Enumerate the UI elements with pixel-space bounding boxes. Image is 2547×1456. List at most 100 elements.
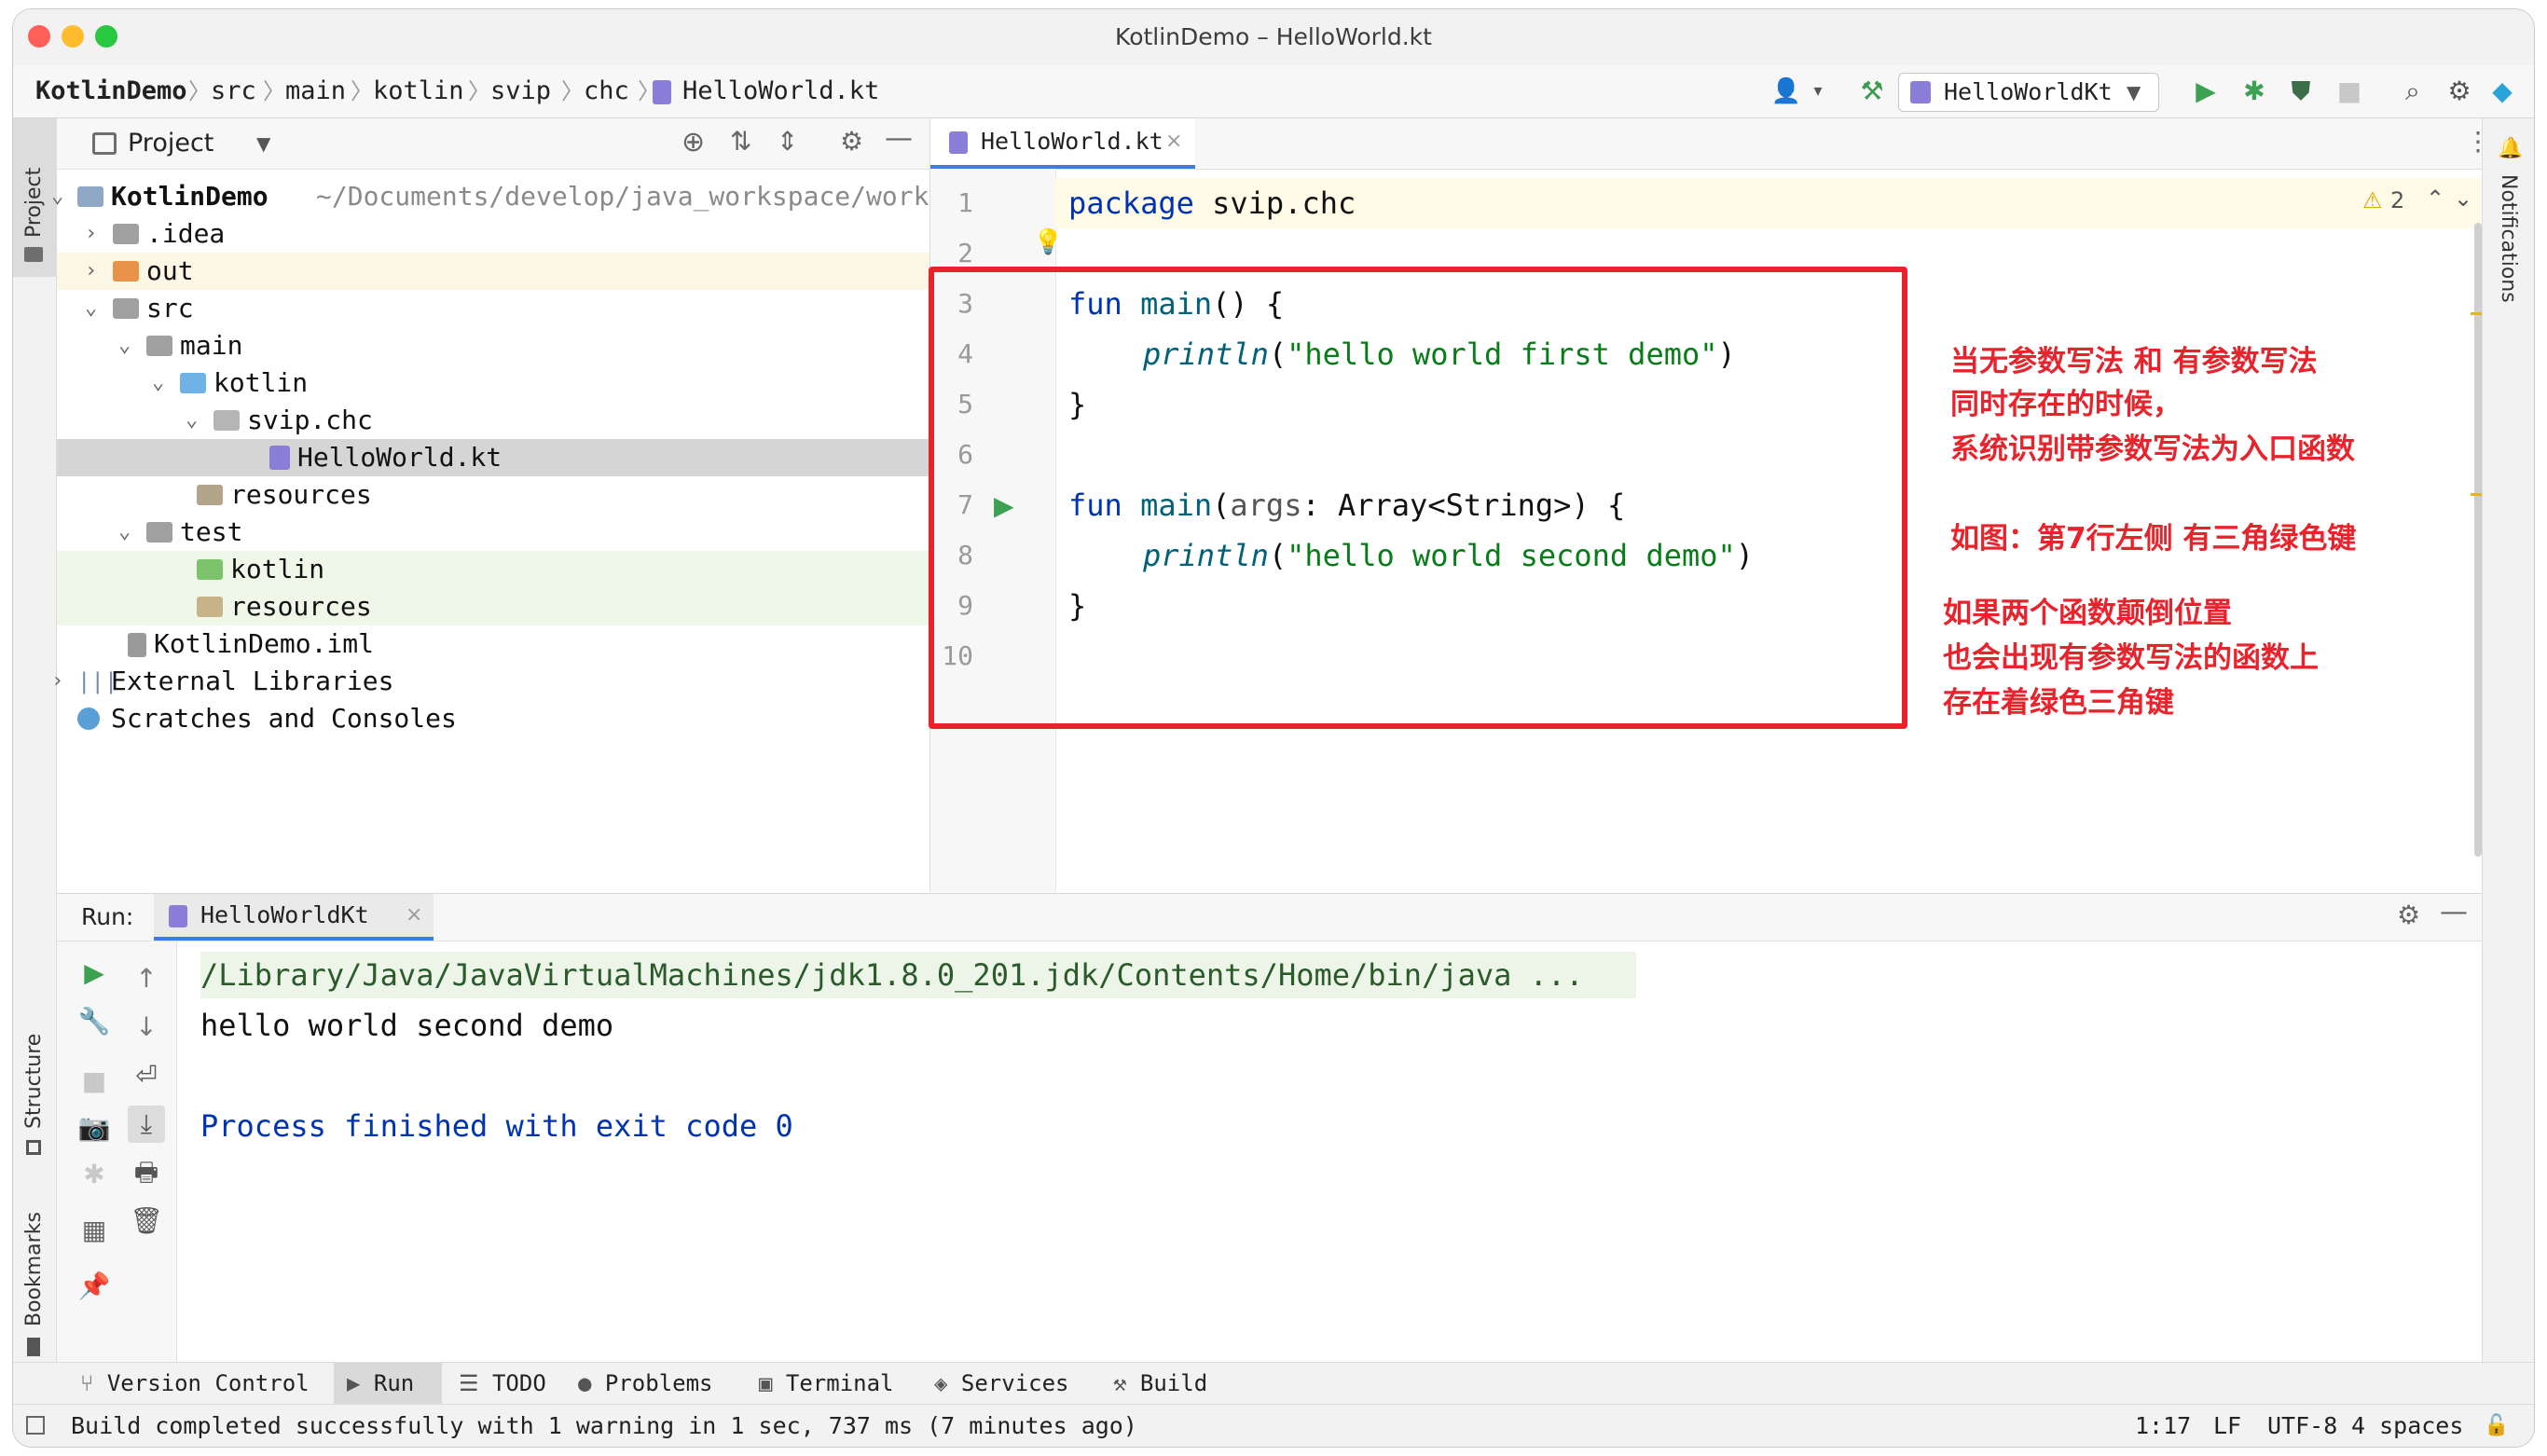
tab-problems[interactable]: ● Problems: [578, 1363, 713, 1404]
run-icon[interactable]: ▶: [2189, 75, 2223, 108]
chevron-down-icon[interactable]: ▾: [1801, 75, 1835, 108]
chevron-down-icon[interactable]: ▼: [256, 118, 270, 169]
console-output-line[interactable]: hello world second demo: [200, 1000, 613, 1051]
tree-item-main[interactable]: ⌄ main: [57, 327, 929, 364]
bookmarks-tool-tab[interactable]: Bookmarks: [13, 1190, 56, 1367]
structure-tool-tab[interactable]: Structure: [13, 985, 56, 1172]
editor-tab-helloworld[interactable]: HelloWorld.kt ×: [930, 118, 1195, 169]
tree-item-resources-main[interactable]: resources: [57, 476, 929, 514]
run-configuration-label: HelloWorldKt: [1944, 78, 2113, 105]
breadcrumb-src[interactable]: src: [211, 65, 256, 117]
breadcrumb-main[interactable]: main: [285, 65, 346, 117]
tree-item-test[interactable]: ⌄ test: [57, 514, 929, 551]
camera-icon[interactable]: 📷: [76, 1109, 113, 1147]
project-view-title[interactable]: Project: [128, 118, 213, 169]
tab-build[interactable]: ⚒ Build: [1113, 1363, 1207, 1404]
tree-item-src[interactable]: ⌄ src: [57, 290, 929, 327]
tree-item-out[interactable]: › out: [57, 253, 929, 290]
tree-item-helloworld-selected[interactable]: HelloWorld.kt: [57, 439, 929, 476]
kotlin-icon: [169, 905, 187, 927]
user-icon[interactable]: 👤: [1769, 75, 1803, 108]
arrow-up-icon[interactable]: ↑: [128, 960, 165, 997]
coverage-shield-icon[interactable]: ⛊: [2284, 75, 2318, 108]
arrow-down-icon[interactable]: ↓: [128, 1009, 165, 1046]
warning-icon[interactable]: ⚠: [2362, 182, 2383, 219]
wrench-icon[interactable]: 🔧: [76, 1003, 113, 1040]
bell-icon[interactable]: 🔔: [2498, 137, 2523, 160]
tree-item-project-root[interactable]: ⌄ KotlinDemo ~/Documents/develop/java_wo…: [51, 178, 929, 215]
chevron-right-icon: ›: [51, 669, 64, 693]
tree-item-package[interactable]: ⌄ svip.chc: [57, 402, 929, 439]
status-message[interactable]: Build completed successfully with 1 warn…: [71, 1405, 1137, 1447]
print-icon[interactable]: 🖶: [128, 1154, 165, 1191]
trash-icon[interactable]: 🗑: [128, 1202, 165, 1240]
notifications-tool-label: Notifications: [2497, 174, 2520, 303]
tree-item-scratches[interactable]: Scratches and Consoles: [57, 700, 929, 737]
lightbulb-icon[interactable]: 💡: [1033, 228, 1063, 256]
editor-scrollbar[interactable]: [2474, 223, 2482, 857]
tree-item-kotlin-main[interactable]: ⌄ kotlin: [57, 364, 929, 402]
minimize-panel-icon[interactable]: —: [885, 122, 913, 155]
toolbox-icon[interactable]: ◆: [2485, 75, 2519, 108]
tree-item-kotlin-test[interactable]: kotlin: [57, 551, 929, 588]
layout-icon[interactable]: ▦: [76, 1212, 113, 1249]
code-line-1[interactable]: package svip.chc: [1068, 178, 1356, 228]
minimize-panel-icon[interactable]: —: [2440, 896, 2468, 928]
pin-icon[interactable]: 📌: [76, 1268, 113, 1305]
build-hammer-icon[interactable]: ⚒: [1855, 75, 1889, 108]
rerun-icon[interactable]: ▶: [76, 955, 113, 992]
breadcrumb-project[interactable]: KotlinDemo: [35, 65, 187, 117]
line-separator[interactable]: LF: [2213, 1405, 2241, 1447]
scroll-to-end-icon[interactable]: ⤓: [128, 1106, 165, 1143]
tab-version-control[interactable]: ⑂ Version Control: [80, 1363, 310, 1404]
gear-icon[interactable]: ⚙: [2443, 75, 2476, 108]
source-folder-icon: [180, 373, 206, 393]
tree-item-iml[interactable]: KotlinDemo.iml: [57, 625, 929, 663]
caret-position[interactable]: 1:17: [2135, 1405, 2191, 1447]
collapse-all-icon[interactable]: ⇕: [777, 126, 798, 157]
indent-setting[interactable]: 4 spaces: [2351, 1405, 2463, 1447]
tree-item-external-libraries[interactable]: › ||| External Libraries: [51, 663, 929, 700]
status-bar: Build completed successfully with 1 warn…: [13, 1404, 2534, 1447]
breadcrumb-svip[interactable]: svip: [490, 65, 551, 117]
toggle-tool-windows-icon[interactable]: [26, 1416, 45, 1435]
warning-count: 2: [2390, 187, 2405, 213]
run-configuration-select[interactable]: HelloWorldKt ▼: [1898, 73, 2159, 112]
file-encoding[interactable]: UTF-8: [2267, 1405, 2337, 1447]
debug-bug-icon[interactable]: ✱: [2237, 75, 2271, 108]
console-exit-line[interactable]: Process finished with exit code 0: [200, 1101, 793, 1151]
structure-icon: [26, 1140, 41, 1155]
gear-icon[interactable]: ⚙: [840, 126, 863, 157]
breadcrumb-chc[interactable]: chc: [584, 65, 629, 117]
debug-bug-icon[interactable]: ✱: [76, 1156, 113, 1193]
stop-icon[interactable]: ■: [76, 1063, 113, 1100]
run-tab-helloworldkt[interactable]: HelloWorldKt ×: [154, 894, 434, 941]
notifications-tool-tab[interactable]: Notifications: [2483, 174, 2534, 361]
chevron-up-icon[interactable]: ⌃: [2426, 180, 2444, 217]
tab-todo[interactable]: ☰ TODO: [459, 1363, 546, 1404]
tree-item-resources-test[interactable]: resources: [57, 588, 929, 625]
gear-icon[interactable]: ⚙: [2397, 900, 2420, 930]
lock-icon[interactable]: 🔓: [2484, 1414, 2509, 1437]
search-icon[interactable]: ⌕: [2396, 75, 2430, 108]
tab-terminal[interactable]: ▣ Terminal: [759, 1363, 894, 1404]
warning-stripe-marker[interactable]: [2471, 312, 2482, 315]
tab-run[interactable]: ▶ Run: [334, 1363, 442, 1404]
chevron-down-icon[interactable]: ⌄: [2454, 180, 2472, 217]
expand-all-icon[interactable]: ⇅: [730, 126, 751, 157]
chevron-down-icon: ⌄: [118, 520, 131, 543]
warning-stripe-marker[interactable]: [2471, 493, 2482, 496]
breadcrumb-file[interactable]: HelloWorld.kt: [682, 65, 879, 117]
annotation-text: 系统识别带参数写法为入口函数: [1950, 433, 2355, 466]
close-tab-icon[interactable]: ×: [1165, 118, 1182, 165]
soft-wrap-icon[interactable]: ⏎: [128, 1057, 165, 1094]
close-tab-icon[interactable]: ×: [406, 894, 422, 937]
project-tool-tab[interactable]: Project: [13, 118, 56, 277]
more-options-icon[interactable]: ⋮: [2465, 126, 2491, 157]
console-command-line[interactable]: /Library/Java/JavaVirtualMachines/jdk1.8…: [200, 950, 1583, 1000]
tab-services[interactable]: ◈ Services: [934, 1363, 1069, 1404]
stop-icon[interactable]: ■: [2333, 75, 2366, 108]
locate-target-icon[interactable]: ⊕: [681, 126, 705, 158]
tree-item-idea[interactable]: › .idea: [57, 215, 929, 253]
breadcrumb-kotlin[interactable]: kotlin: [373, 65, 464, 117]
